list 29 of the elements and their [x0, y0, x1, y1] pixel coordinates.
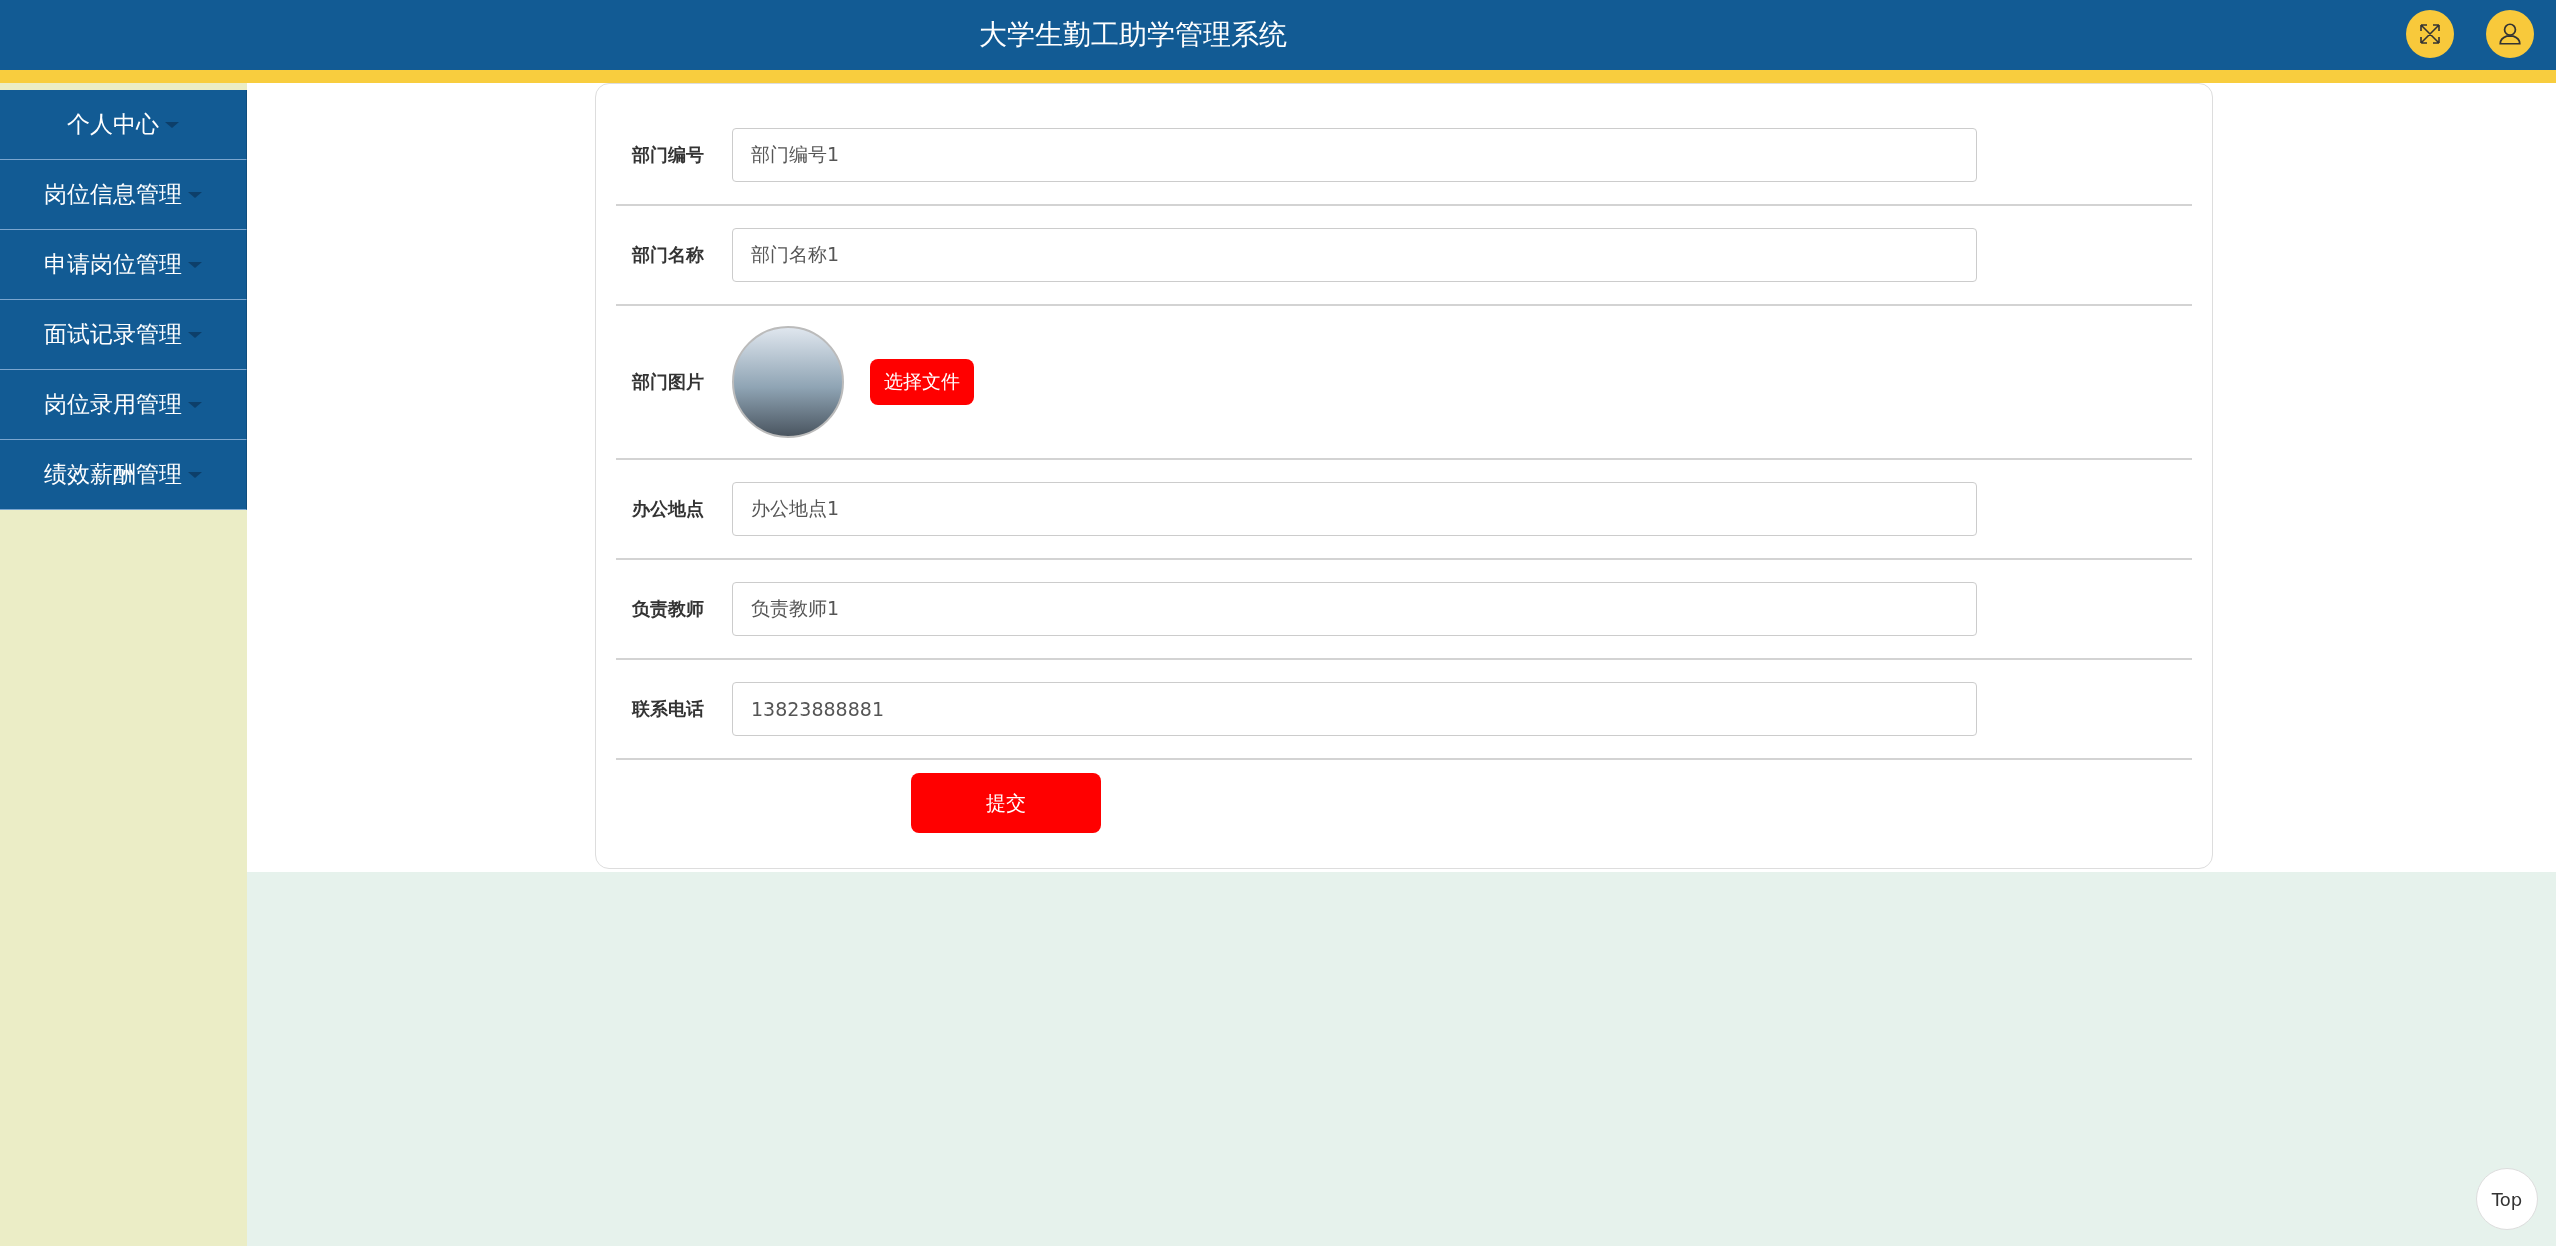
back-to-top-button[interactable]: Top	[2476, 1168, 2538, 1230]
caret-icon	[188, 261, 202, 268]
input-field[interactable]: 部门编号1	[732, 128, 1977, 182]
field-label: 部门编号	[632, 143, 705, 167]
input-field[interactable]: 13823888881	[732, 682, 1977, 736]
sidebar-menu-item[interactable]: 申请岗位管理	[0, 230, 247, 300]
sidebar-menu-item[interactable]: 岗位录用管理	[0, 370, 247, 440]
fullscreen-icon[interactable]	[2406, 10, 2454, 58]
caret-icon	[165, 121, 179, 128]
input-field[interactable]: 部门名称1	[732, 228, 1977, 282]
sidebar-menu-item[interactable]: 绩效薪酬管理	[0, 440, 247, 510]
field-label: 部门图片	[632, 370, 705, 394]
field-label: 负责教师	[632, 597, 705, 621]
field-label: 办公地点	[632, 497, 705, 521]
field-label: 联系电话	[632, 697, 705, 721]
submit-button[interactable]: 提交	[911, 773, 1101, 833]
sidebar-menu-item[interactable]: 个人中心	[0, 90, 247, 160]
caret-icon	[188, 191, 202, 198]
system-title: 大学生勤工助学管理系统	[979, 17, 1287, 53]
sidebar-menu-item[interactable]: 面试记录管理	[0, 300, 247, 370]
choose-file-button[interactable]: 选择文件	[870, 359, 974, 405]
user-icon[interactable]	[2486, 10, 2534, 58]
input-field[interactable]: 负责教师1	[732, 582, 1977, 636]
input-field[interactable]: 办公地点1	[732, 482, 1977, 536]
caret-icon	[188, 401, 202, 408]
sidebar-menu-item[interactable]: 岗位信息管理	[0, 160, 247, 230]
field-label: 部门名称	[632, 243, 705, 267]
caret-icon	[188, 471, 202, 478]
caret-icon	[188, 331, 202, 338]
